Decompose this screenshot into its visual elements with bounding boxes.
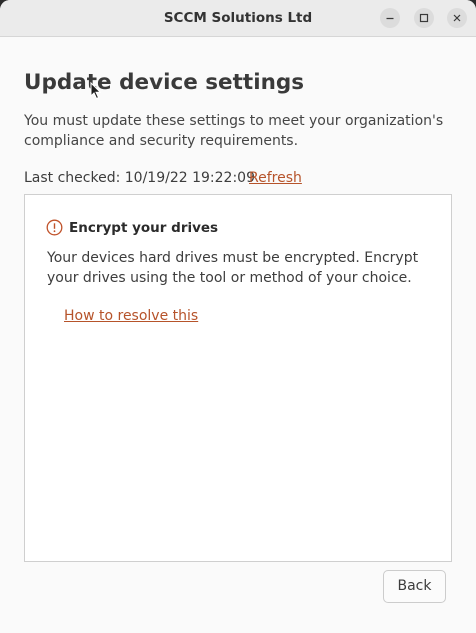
issue-description: Your devices hard drives must be encrypt…: [47, 250, 419, 286]
app-window: SCCM Solutions Ltd Update device setting…: [0, 0, 476, 633]
how-to-resolve-link[interactable]: How to resolve this: [64, 306, 198, 326]
page-description: You must update these settings to meet y…: [24, 113, 444, 149]
close-button[interactable]: [447, 8, 467, 28]
maximize-button[interactable]: [414, 8, 434, 28]
issue-title: Encrypt your drives: [69, 220, 219, 236]
back-button[interactable]: Back: [383, 570, 446, 603]
close-icon: [453, 14, 461, 22]
minimize-icon: [386, 17, 394, 20]
mouse-pointer-icon: [90, 82, 102, 100]
alert-circle-icon: [46, 219, 63, 236]
issues-panel: Encrypt your drives Your devices hard dr…: [24, 194, 452, 562]
page-title: Update device settings: [24, 70, 305, 95]
window-title: SCCM Solutions Ltd: [163, 10, 313, 26]
title-bar[interactable]: SCCM Solutions Ltd: [0, 0, 476, 37]
refresh-link[interactable]: Refresh: [249, 168, 302, 188]
last-checked-text: Last checked: 10/19/22 19:22:09: [24, 170, 255, 186]
maximize-icon: [419, 13, 429, 23]
minimize-button[interactable]: [380, 8, 400, 28]
